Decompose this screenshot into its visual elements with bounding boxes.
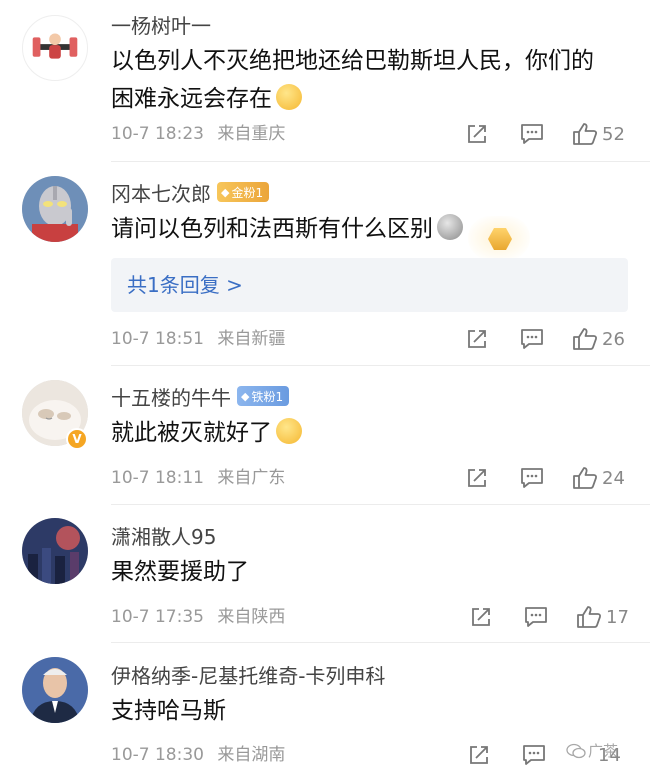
username[interactable]: 冈本七次郎 ◆ 金粉1 [111, 178, 270, 206]
like-icon [573, 328, 598, 350]
ultraman-avatar-icon [22, 176, 88, 242]
watermark: 广茶 [566, 740, 618, 761]
divider [111, 504, 650, 505]
timestamp: 10-7 18:23 [111, 124, 204, 144]
comment-meta: 10-7 18:30 来自湖南 [111, 741, 285, 769]
diamond-icon: ◆ [241, 389, 250, 403]
location: 来自湖南 [217, 745, 286, 765]
like-button[interactable]: 52 [572, 119, 625, 149]
hexagon-badge-icon [488, 228, 512, 250]
comment-button[interactable] [520, 463, 544, 493]
like-icon [573, 123, 598, 145]
badge-label: 金粉1 [231, 185, 264, 200]
share-button[interactable] [468, 740, 490, 770]
action-bar: 26 [460, 324, 640, 354]
timestamp: 10-7 17:35 [111, 607, 204, 627]
share-icon [468, 469, 486, 487]
divider [111, 161, 650, 162]
timestamp: 10-7 18:30 [111, 745, 204, 765]
username[interactable]: 伊格纳季-尼基托维奇-卡列申科 [111, 660, 385, 688]
comment-button[interactable] [520, 119, 544, 149]
timestamp: 10-7 18:11 [111, 468, 204, 488]
username[interactable]: 一杨树叶一 [111, 10, 211, 38]
avatar[interactable] [22, 518, 88, 584]
ultraman-emoji-icon [437, 214, 463, 240]
comment-text-content: 请问以色列和法西斯有什么区别 [111, 216, 433, 242]
comment-meta: 10-7 18:51 来自新疆 [111, 325, 285, 353]
username[interactable]: 十五楼的牛牛 ◆ 铁粉1 [111, 382, 290, 410]
comment-icon [523, 745, 545, 765]
man-portrait-avatar-icon [22, 657, 88, 723]
share-button[interactable] [466, 119, 488, 149]
wechat-icon [566, 743, 586, 758]
comment-button[interactable] [522, 740, 546, 770]
comment-meta: 10-7 18:23 来自重庆 [111, 120, 285, 148]
comment-text: 就此被灭就好了 [111, 414, 302, 452]
location: 来自新疆 [217, 329, 286, 349]
location: 来自重庆 [217, 124, 286, 144]
location: 来自陕西 [217, 607, 286, 627]
comment-text-line-2: 困难永远会存在 [111, 86, 272, 112]
comment-text: 以色列人不灭绝把地还给巴勒斯坦人民，你们的 困难永远会存在 [111, 42, 594, 118]
location: 来自广东 [217, 468, 286, 488]
like-count: 52 [602, 123, 625, 145]
action-bar: 17 [460, 602, 640, 632]
like-icon [577, 606, 602, 628]
username-text: 冈本七次郎 [111, 181, 211, 206]
like-button[interactable]: 26 [572, 324, 625, 354]
avatar[interactable] [22, 15, 88, 81]
comment-text-line: 以色列人不灭绝把地还给巴勒斯坦人民，你们的 [111, 48, 594, 74]
reply-summary-link[interactable]: 共1条回复 > [111, 258, 628, 312]
share-icon [472, 608, 490, 626]
like-button[interactable]: 17 [576, 602, 629, 632]
divider [111, 365, 650, 366]
avatar[interactable] [22, 176, 88, 242]
share-button[interactable] [466, 463, 488, 493]
like-count: 17 [606, 606, 629, 628]
fan-card-icon [468, 216, 530, 260]
diamond-icon: ◆ [221, 185, 230, 199]
like-count: 26 [602, 328, 625, 350]
divider [111, 642, 650, 643]
comment-button[interactable] [520, 324, 544, 354]
share-icon [468, 330, 486, 348]
crowd-avatar-icon [22, 518, 88, 584]
dumbbell-avatar-icon [32, 33, 78, 59]
fan-badge[interactable]: ◆ 铁粉1 [237, 386, 290, 406]
share-icon [470, 746, 488, 764]
watermark-text: 广茶 [588, 742, 619, 760]
comment-icon [521, 468, 543, 488]
action-bar: 52 [460, 119, 640, 149]
share-button[interactable] [466, 324, 488, 354]
shush-emoji-icon [276, 84, 302, 110]
comment-text: 请问以色列和法西斯有什么区别 [111, 210, 463, 248]
comment-icon [521, 124, 543, 144]
comment-text: 支持哈马斯 [111, 698, 226, 724]
avatar[interactable] [22, 657, 88, 723]
comment-text: 果然要援助了 [111, 559, 249, 585]
share-button[interactable] [470, 602, 492, 632]
comment-meta: 10-7 18:11 来自广东 [111, 464, 285, 492]
timestamp: 10-7 18:51 [111, 329, 204, 349]
like-icon [573, 467, 598, 489]
thinking-emoji-icon [276, 418, 302, 444]
like-button[interactable]: 24 [572, 463, 625, 493]
comment-button[interactable] [524, 602, 548, 632]
verified-badge: V [66, 428, 88, 450]
comment-meta: 10-7 17:35 来自陕西 [111, 603, 285, 631]
fan-badge[interactable]: ◆ 金粉1 [217, 182, 270, 202]
comment-text-content: 就此被灭就好了 [111, 420, 272, 446]
comment-text-line: 困难永远会存在 [111, 80, 594, 118]
username-text: 十五楼的牛牛 [111, 385, 231, 410]
username[interactable]: 潇湘散人95 [111, 521, 216, 549]
badge-label: 铁粉1 [251, 389, 284, 404]
like-count: 24 [602, 467, 625, 489]
comment-icon [521, 329, 543, 349]
action-bar: 24 [460, 463, 640, 493]
share-icon [468, 125, 486, 143]
comment-icon [525, 607, 547, 627]
